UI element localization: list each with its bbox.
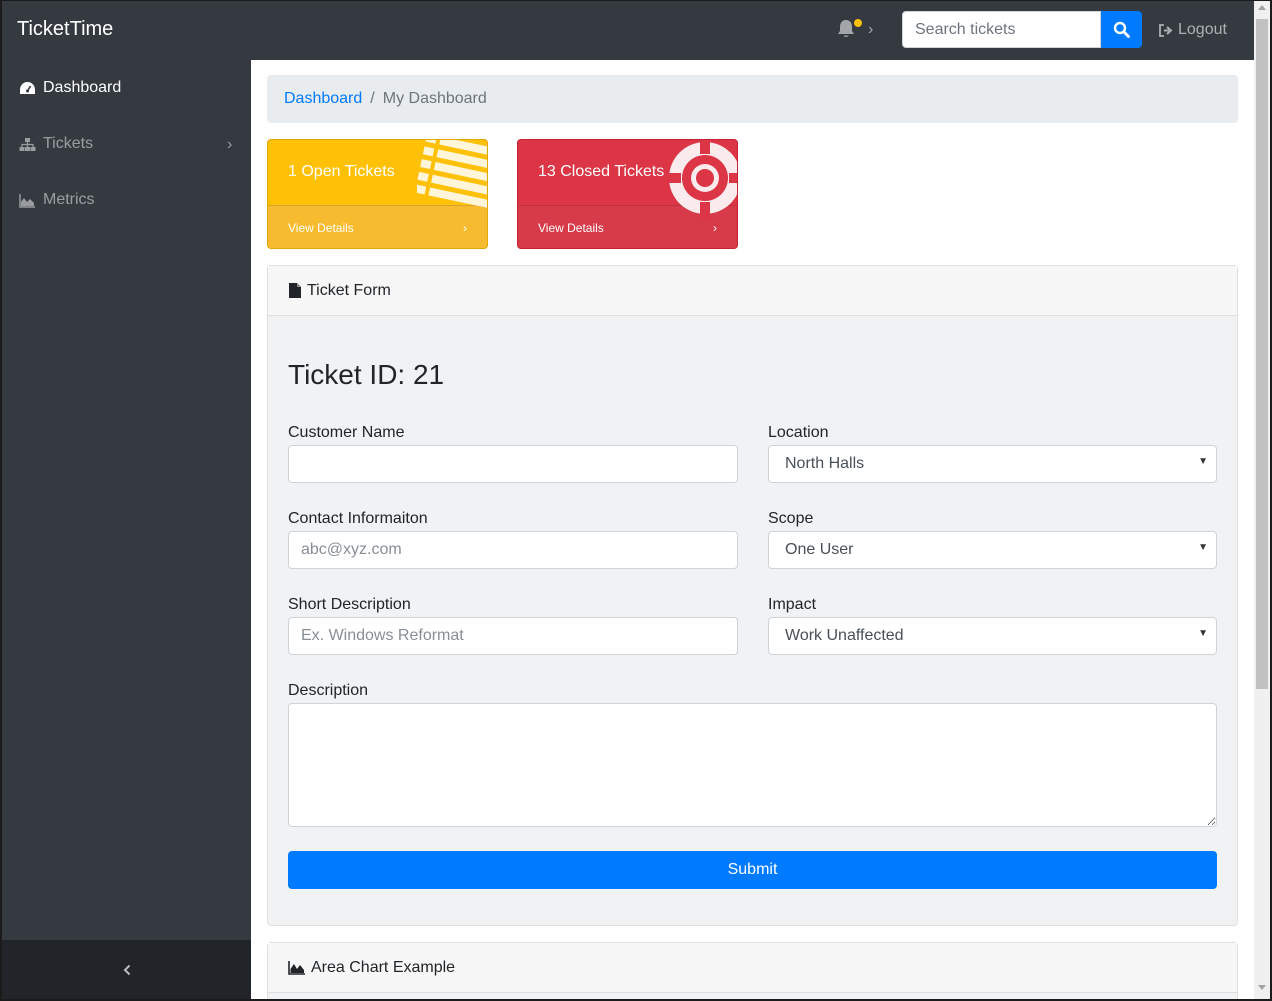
customer-name-input[interactable] <box>288 445 738 483</box>
sidebar-item-tickets[interactable]: Tickets <box>19 132 93 156</box>
sidebar-item-dashboard[interactable]: Dashboard <box>19 76 121 100</box>
contact-info-label: Contact Informaiton <box>288 510 428 527</box>
sidebar-item-label: Tickets <box>43 135 94 152</box>
area-chart-icon <box>288 961 305 975</box>
breadcrumb-link-dashboard[interactable]: Dashboard <box>284 90 362 108</box>
dashboard-icon <box>20 81 35 94</box>
scope-select[interactable]: One User ▼ <box>768 531 1217 569</box>
closed-tickets-title: 13 Closed Tickets <box>538 163 665 180</box>
area-chart-title: Area Chart Example <box>311 958 456 976</box>
chevron-right-icon[interactable]: › <box>227 136 232 154</box>
page-scrollbar[interactable] <box>1254 1 1270 999</box>
impact-value: Work Unaffected <box>785 627 904 644</box>
browser-frame: TicketTime › Logout <box>0 0 1272 1001</box>
area-chart-icon <box>19 193 35 208</box>
caret-down-icon: ▼ <box>1198 542 1208 553</box>
view-details-label: View Details <box>538 220 604 235</box>
logout-link[interactable]: Logout <box>1159 21 1227 39</box>
breadcrumb-current: My Dashboard <box>382 90 487 107</box>
sidebar-item-metrics[interactable]: Metrics <box>19 188 95 212</box>
chevron-right-icon: › <box>713 220 717 235</box>
view-details-label: View Details <box>288 220 354 235</box>
area-chart-card: Area Chart Example <box>267 942 1238 999</box>
caret-down-icon: ▼ <box>1198 628 1208 639</box>
sidebar-item-label: Metrics <box>43 191 95 208</box>
list-icon <box>417 140 487 208</box>
submit-button[interactable]: Submit <box>288 851 1217 889</box>
open-tickets-title: 1 Open Tickets <box>288 163 395 180</box>
scope-label: Scope <box>768 510 814 527</box>
short-description-label: Short Description <box>288 596 411 613</box>
contact-info-input[interactable] <box>288 531 738 569</box>
logout-label: Logout <box>1178 21 1227 38</box>
search-input[interactable] <box>902 11 1101 48</box>
breadcrumb: Dashboard / My Dashboard <box>267 75 1238 123</box>
scroll-up-arrow-icon[interactable] <box>1258 5 1266 10</box>
impact-label: Impact <box>768 596 817 613</box>
search-button[interactable] <box>1101 11 1142 48</box>
search-icon <box>1113 21 1130 38</box>
breadcrumb-separator: / <box>370 90 375 107</box>
sidebar-toggle-button[interactable] <box>2 940 251 999</box>
sign-out-icon <box>1159 23 1173 37</box>
chevron-right-icon[interactable]: › <box>868 21 873 39</box>
description-textarea[interactable] <box>288 703 1217 827</box>
chevron-left-icon <box>123 964 130 976</box>
life-ring-icon <box>663 140 737 220</box>
sitemap-icon <box>19 137 36 151</box>
location-select[interactable]: North Halls ▼ <box>768 445 1217 483</box>
bell-icon <box>838 20 854 37</box>
customer-name-label: Customer Name <box>288 424 405 441</box>
ticket-id-heading: Ticket ID: 21 <box>288 359 445 390</box>
short-description-input[interactable] <box>288 617 738 655</box>
sidebar: Dashboard Tickets › Metrics <box>2 60 251 999</box>
sidebar-item-label: Dashboard <box>43 79 122 96</box>
scroll-thumb[interactable] <box>1256 19 1268 689</box>
location-value: North Halls <box>785 455 865 472</box>
top-navbar: TicketTime › Logout <box>2 1 1254 60</box>
file-icon <box>289 283 301 298</box>
search-group <box>902 11 1142 48</box>
scroll-down-arrow-icon[interactable] <box>1258 985 1266 990</box>
scope-value: One User <box>785 541 854 558</box>
notification-dot <box>854 19 862 27</box>
description-label: Description <box>288 682 369 699</box>
area-chart-header: Area Chart Example <box>268 943 1237 993</box>
notification-bell-icon[interactable] <box>837 19 862 41</box>
ticket-form-card: Ticket Form Ticket ID: 21 Customer Name … <box>267 265 1238 926</box>
brand-title[interactable]: TicketTime <box>17 18 113 41</box>
caret-down-icon: ▼ <box>1198 456 1208 467</box>
open-tickets-card: 1 Open Tickets View Details › <box>267 139 488 249</box>
ticket-form-title: Ticket Form <box>307 281 391 299</box>
main-content: Dashboard / My Dashboard 1 Open Tickets … <box>251 60 1254 999</box>
location-label: Location <box>768 424 829 441</box>
chevron-right-icon: › <box>463 220 467 235</box>
closed-tickets-card: 13 Closed Tickets View Details › <box>517 139 738 249</box>
impact-select[interactable]: Work Unaffected ▼ <box>768 617 1217 655</box>
ticket-form-header: Ticket Form <box>268 266 1237 316</box>
